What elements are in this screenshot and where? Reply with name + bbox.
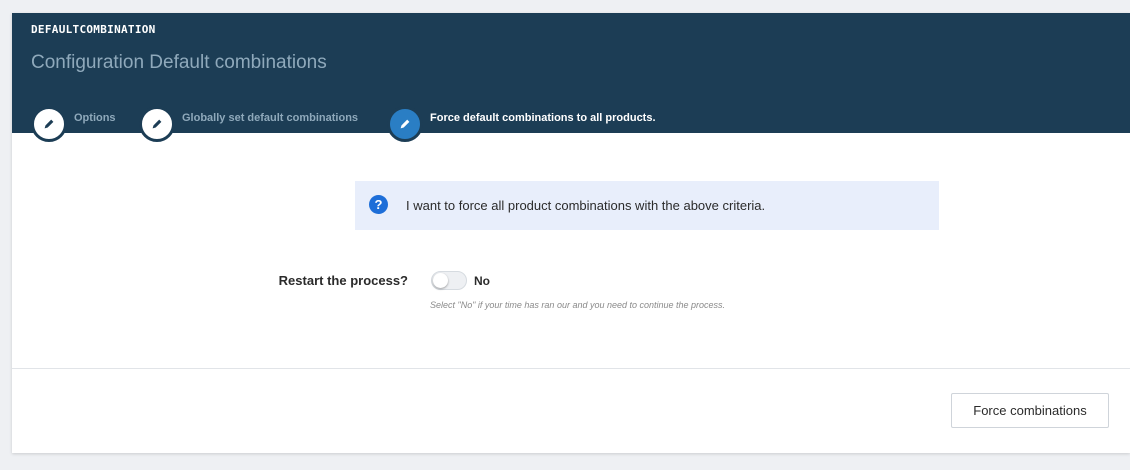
- toggle-knob: [433, 273, 448, 288]
- tab-options[interactable]: Options: [31, 106, 116, 142]
- force-combinations-button[interactable]: Force combinations: [951, 393, 1109, 428]
- restart-process-toggle[interactable]: [431, 271, 467, 290]
- pencil-icon: [387, 106, 423, 142]
- info-text: I want to force all product combinations…: [406, 198, 766, 213]
- question-icon: ?: [369, 195, 388, 214]
- tab-force-default-combinations[interactable]: Force default combinations to all produc…: [387, 106, 656, 142]
- tab-label: Options: [74, 111, 116, 124]
- tab-label: Force default combinations to all produc…: [430, 111, 656, 124]
- info-alert: ? I want to force all product combinatio…: [355, 181, 939, 230]
- configuration-panel: DEFAULTCOMBINATION Configuration Default…: [12, 13, 1130, 453]
- restart-process-help: Select "No" if your time has ran our and…: [430, 300, 726, 310]
- tab-label: Globally set default combinations: [182, 111, 359, 124]
- page-title: Configuration Default combinations: [31, 52, 327, 73]
- pencil-icon: [31, 106, 67, 142]
- panel-header: DEFAULTCOMBINATION Configuration Default…: [12, 13, 1130, 142]
- restart-process-label: Restart the process?: [278, 273, 408, 288]
- pencil-icon: [139, 106, 175, 142]
- divider: [12, 368, 1130, 369]
- tab-globally-set-default-combinations[interactable]: Globally set default combinations: [139, 106, 358, 142]
- toggle-value: No: [474, 274, 490, 288]
- module-name: DEFAULTCOMBINATION: [31, 23, 156, 36]
